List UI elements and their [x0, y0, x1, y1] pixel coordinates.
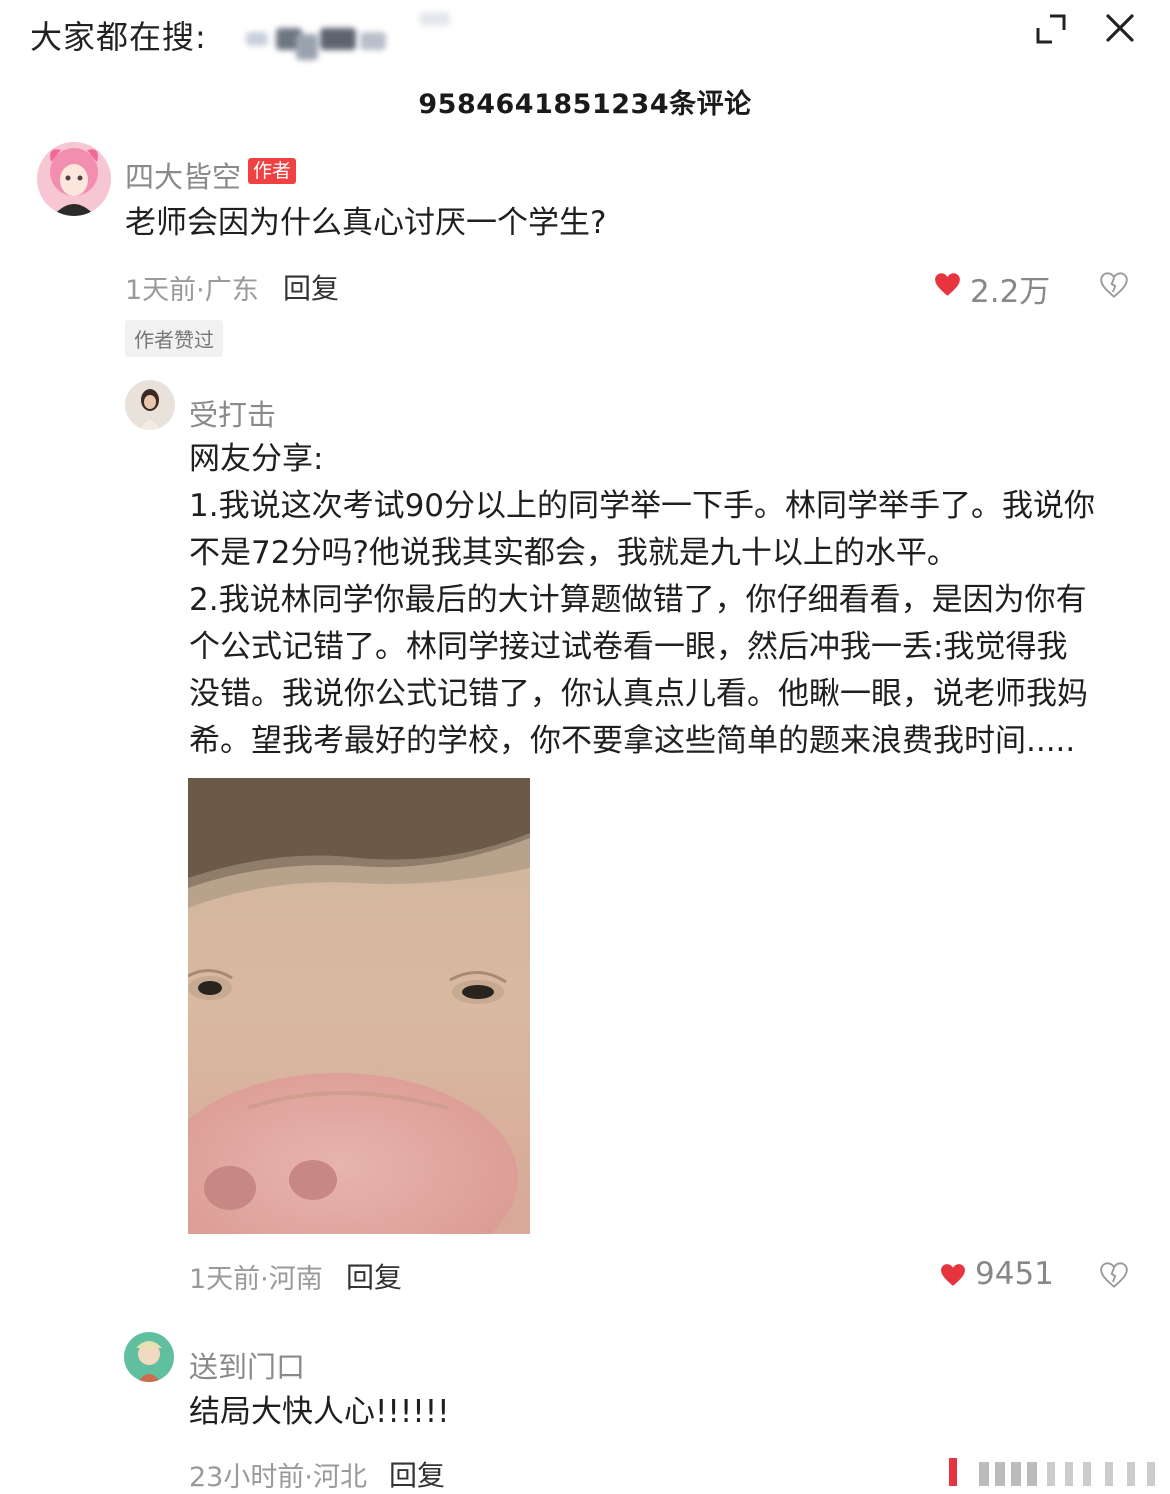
blurred-search-query[interactable] [240, 12, 460, 62]
dislike-icon[interactable] [1100, 1262, 1128, 1288]
watermark-logo [949, 1458, 1155, 1486]
reply-button[interactable]: 回复 [346, 1256, 402, 1296]
reply-button[interactable]: 回复 [389, 1454, 445, 1494]
reply-text-line: 没错。我说你公式记错了，你认真点儿看。他瞅一眼，说老师我妈 [189, 676, 1088, 712]
comment-count: 9584641851234条评论 [418, 89, 752, 120]
heart-icon[interactable] [934, 272, 961, 297]
like-count: 2.2万 [970, 274, 1051, 310]
avatar[interactable] [37, 142, 111, 216]
heart-icon[interactable] [940, 1263, 966, 1287]
like-count: 9451 [975, 1256, 1054, 1292]
reply-text-line: 2.我说林同学你最后的大计算题做错了，你仔细看看，是因为你有 [189, 582, 1087, 618]
close-icon[interactable] [1100, 8, 1140, 48]
reply-text-line: 不是72分吗?他说我其实都会，我就是九十以上的水平。 [189, 535, 958, 571]
avatar[interactable] [124, 1332, 174, 1382]
reply-text: 结局大快人心!!!!!! [189, 1394, 450, 1430]
reply-text-line: 个公式记错了。林同学接过试卷看一眼，然后冲我一丢:我觉得我 [189, 629, 1068, 665]
reply-text-line: 1.我说这次考试90分以上的同学举一下手。林同学举手了。我说你 [189, 488, 1096, 524]
reply-text-line: 希。望我考最好的学校，你不要拿这些简单的题来浪费我时间..... [189, 723, 1076, 759]
comment-meta: 1天前·广东 [125, 275, 259, 306]
pig-face-image[interactable] [188, 778, 530, 1234]
username[interactable]: 送到门口 [189, 1344, 305, 1386]
dislike-icon[interactable] [1100, 272, 1128, 298]
comment-text: 老师会因为什么真心讨厌一个学生? [125, 205, 607, 241]
username[interactable]: 受打击 [189, 392, 276, 434]
expand-icon[interactable] [1034, 12, 1068, 46]
author-tag: 作者 [248, 158, 297, 184]
author-liked-badge: 作者赞过 [125, 320, 223, 357]
avatar[interactable] [125, 380, 175, 430]
top-bar: 大家都在搜: [0, 0, 1170, 70]
search-label: 大家都在搜: [30, 18, 207, 56]
reply-text-line: 网友分享: [189, 441, 324, 477]
reply-meta: 23小时前·河北 [189, 1462, 367, 1493]
reply-button[interactable]: 回复 [283, 267, 339, 307]
reply-meta: 1天前·河南 [189, 1264, 323, 1295]
username[interactable]: 四大皆空 [125, 154, 241, 196]
